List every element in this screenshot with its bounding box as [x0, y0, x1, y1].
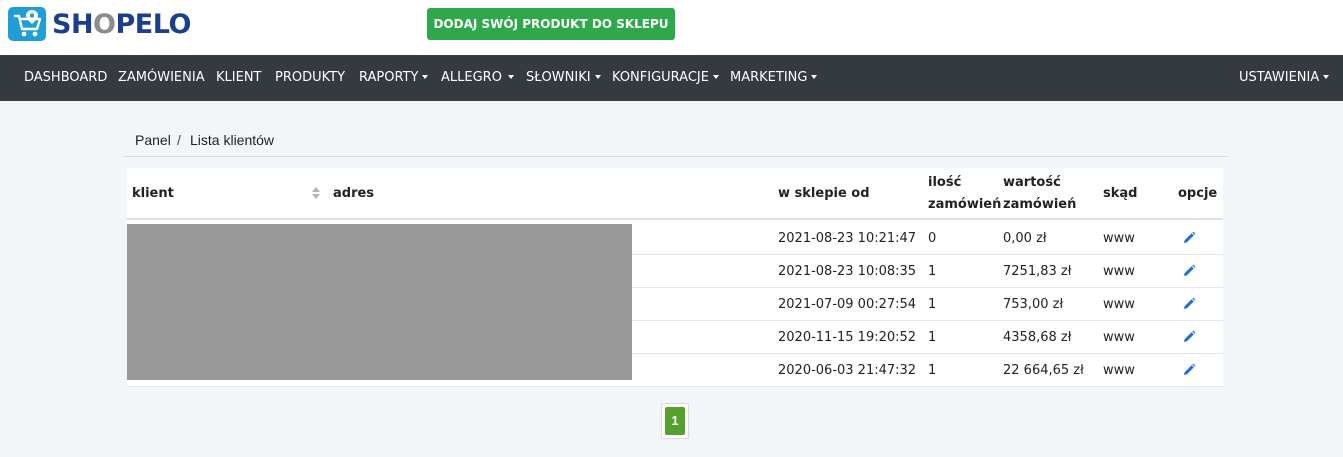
cell-source: www	[1103, 330, 1135, 345]
table-header: klient adres w sklepie od ilość zamówień…	[127, 168, 1223, 220]
pencil-icon[interactable]	[1182, 264, 1196, 278]
main-navbar: DASHBOARD ZAMÓWIENIA KLIENT PRODUKTY RAP…	[0, 55, 1343, 101]
header-line: wartość	[1003, 175, 1061, 190]
cell-since: 2021-07-09 00:27:54	[778, 297, 917, 312]
cell-since: 2020-06-03 21:47:32	[778, 363, 917, 378]
caret-down-icon	[712, 74, 719, 79]
header-line: zamówień	[928, 197, 1002, 212]
add-product-button[interactable]: DODAJ SWÓJ PRODUKT DO SKLEPU	[427, 8, 675, 40]
column-header-since: w sklepie od	[778, 186, 870, 201]
cell-orders-count: 1	[928, 297, 937, 312]
nav-label: SŁOWNIKI	[526, 70, 591, 85]
cell-since: 2021-08-23 10:21:47	[778, 231, 917, 246]
pencil-icon[interactable]	[1182, 297, 1196, 311]
nav-item-marketing[interactable]: MARKETING	[730, 55, 818, 101]
cell-orders-count: 1	[928, 330, 937, 345]
cell-source: www	[1103, 297, 1135, 312]
nav-label: USTAWIENIA	[1239, 70, 1320, 85]
nav-label: ALLEGRO	[441, 70, 502, 85]
nav-label: RAPORTY	[359, 70, 419, 85]
page-button-current[interactable]: 1	[665, 407, 685, 435]
logo-o: O	[93, 8, 116, 40]
cell-source: www	[1103, 231, 1135, 246]
cell-orders-value: 753,00 zł	[1003, 297, 1064, 312]
breadcrumb-current: Lista klientów	[190, 132, 275, 148]
header-line: zamówień	[1003, 197, 1077, 212]
nav-item-allegro[interactable]: ALLEGRO	[441, 55, 514, 101]
caret-down-icon	[422, 74, 429, 79]
pencil-icon[interactable]	[1182, 363, 1196, 377]
column-header-options: opcje	[1178, 186, 1218, 201]
nav-item-configurations[interactable]: KONFIGURACJE	[612, 55, 719, 101]
nav-label: ZAMÓWIENIA	[118, 70, 205, 85]
logo-suffix: PELO	[115, 8, 192, 40]
logo-wordmark: SHOPELO	[52, 9, 191, 40]
cell-orders-count: 0	[928, 231, 937, 246]
nav-label: PRODUKTY	[275, 70, 346, 85]
column-header-orders-count: ilość zamówień	[928, 172, 1001, 216]
column-header-address: adres	[333, 186, 375, 201]
cell-orders-count: 1	[928, 363, 937, 378]
cell-since: 2021-08-23 10:08:35	[778, 264, 917, 279]
caret-down-icon	[594, 74, 601, 79]
cell-orders-count: 1	[928, 264, 937, 279]
cell-orders-value: 0,00 zł	[1003, 231, 1047, 246]
nav-item-dictionaries[interactable]: SŁOWNIKI	[526, 55, 601, 101]
nav-label: KONFIGURACJE	[612, 70, 709, 85]
redacted-client-data	[127, 224, 632, 380]
cell-orders-value: 4358,68 zł	[1003, 330, 1072, 345]
header-line: ilość	[928, 175, 962, 190]
breadcrumb: Panel / Lista klientów	[123, 128, 1228, 157]
cell-source: www	[1103, 264, 1135, 279]
caret-down-icon	[507, 74, 514, 79]
nav-item-client[interactable]: KLIENT	[216, 55, 261, 101]
logo-prefix: SH	[52, 8, 94, 40]
sort-icon[interactable]	[311, 186, 321, 200]
nav-item-orders[interactable]: ZAMÓWIENIA	[118, 55, 205, 101]
nav-item-products[interactable]: PRODUKTY	[275, 55, 345, 101]
cart-logo-icon	[8, 7, 46, 41]
shopelo-logo[interactable]: SHOPELO	[8, 7, 191, 41]
nav-item-dashboard[interactable]: DASHBOARD	[24, 55, 107, 101]
top-header: SHOPELO DODAJ SWÓJ PRODUKT DO SKLEPU	[0, 0, 1343, 55]
caret-down-icon	[1323, 74, 1330, 79]
cell-orders-value: 22 664,65 zł	[1003, 363, 1084, 378]
nav-label: KLIENT	[216, 70, 262, 85]
column-header-orders-value: wartość zamówień	[1003, 172, 1076, 216]
column-header-client[interactable]: klient	[132, 183, 174, 205]
nav-item-reports[interactable]: RAPORTY	[359, 55, 429, 101]
nav-label: DASHBOARD	[24, 70, 108, 85]
cell-since: 2020-11-15 19:20:52	[778, 330, 917, 345]
pencil-icon[interactable]	[1182, 231, 1196, 245]
breadcrumb-home-link[interactable]: Panel	[135, 132, 171, 148]
nav-label: MARKETING	[730, 70, 808, 85]
cell-orders-value: 7251,83 zł	[1003, 264, 1072, 279]
pagination: 1	[661, 403, 689, 439]
nav-item-settings[interactable]: USTAWIENIA	[1239, 55, 1330, 101]
pencil-icon[interactable]	[1182, 330, 1196, 344]
breadcrumb-separator: /	[177, 132, 181, 148]
caret-down-icon	[811, 74, 818, 79]
column-header-source: skąd	[1103, 186, 1138, 201]
cell-source: www	[1103, 363, 1135, 378]
